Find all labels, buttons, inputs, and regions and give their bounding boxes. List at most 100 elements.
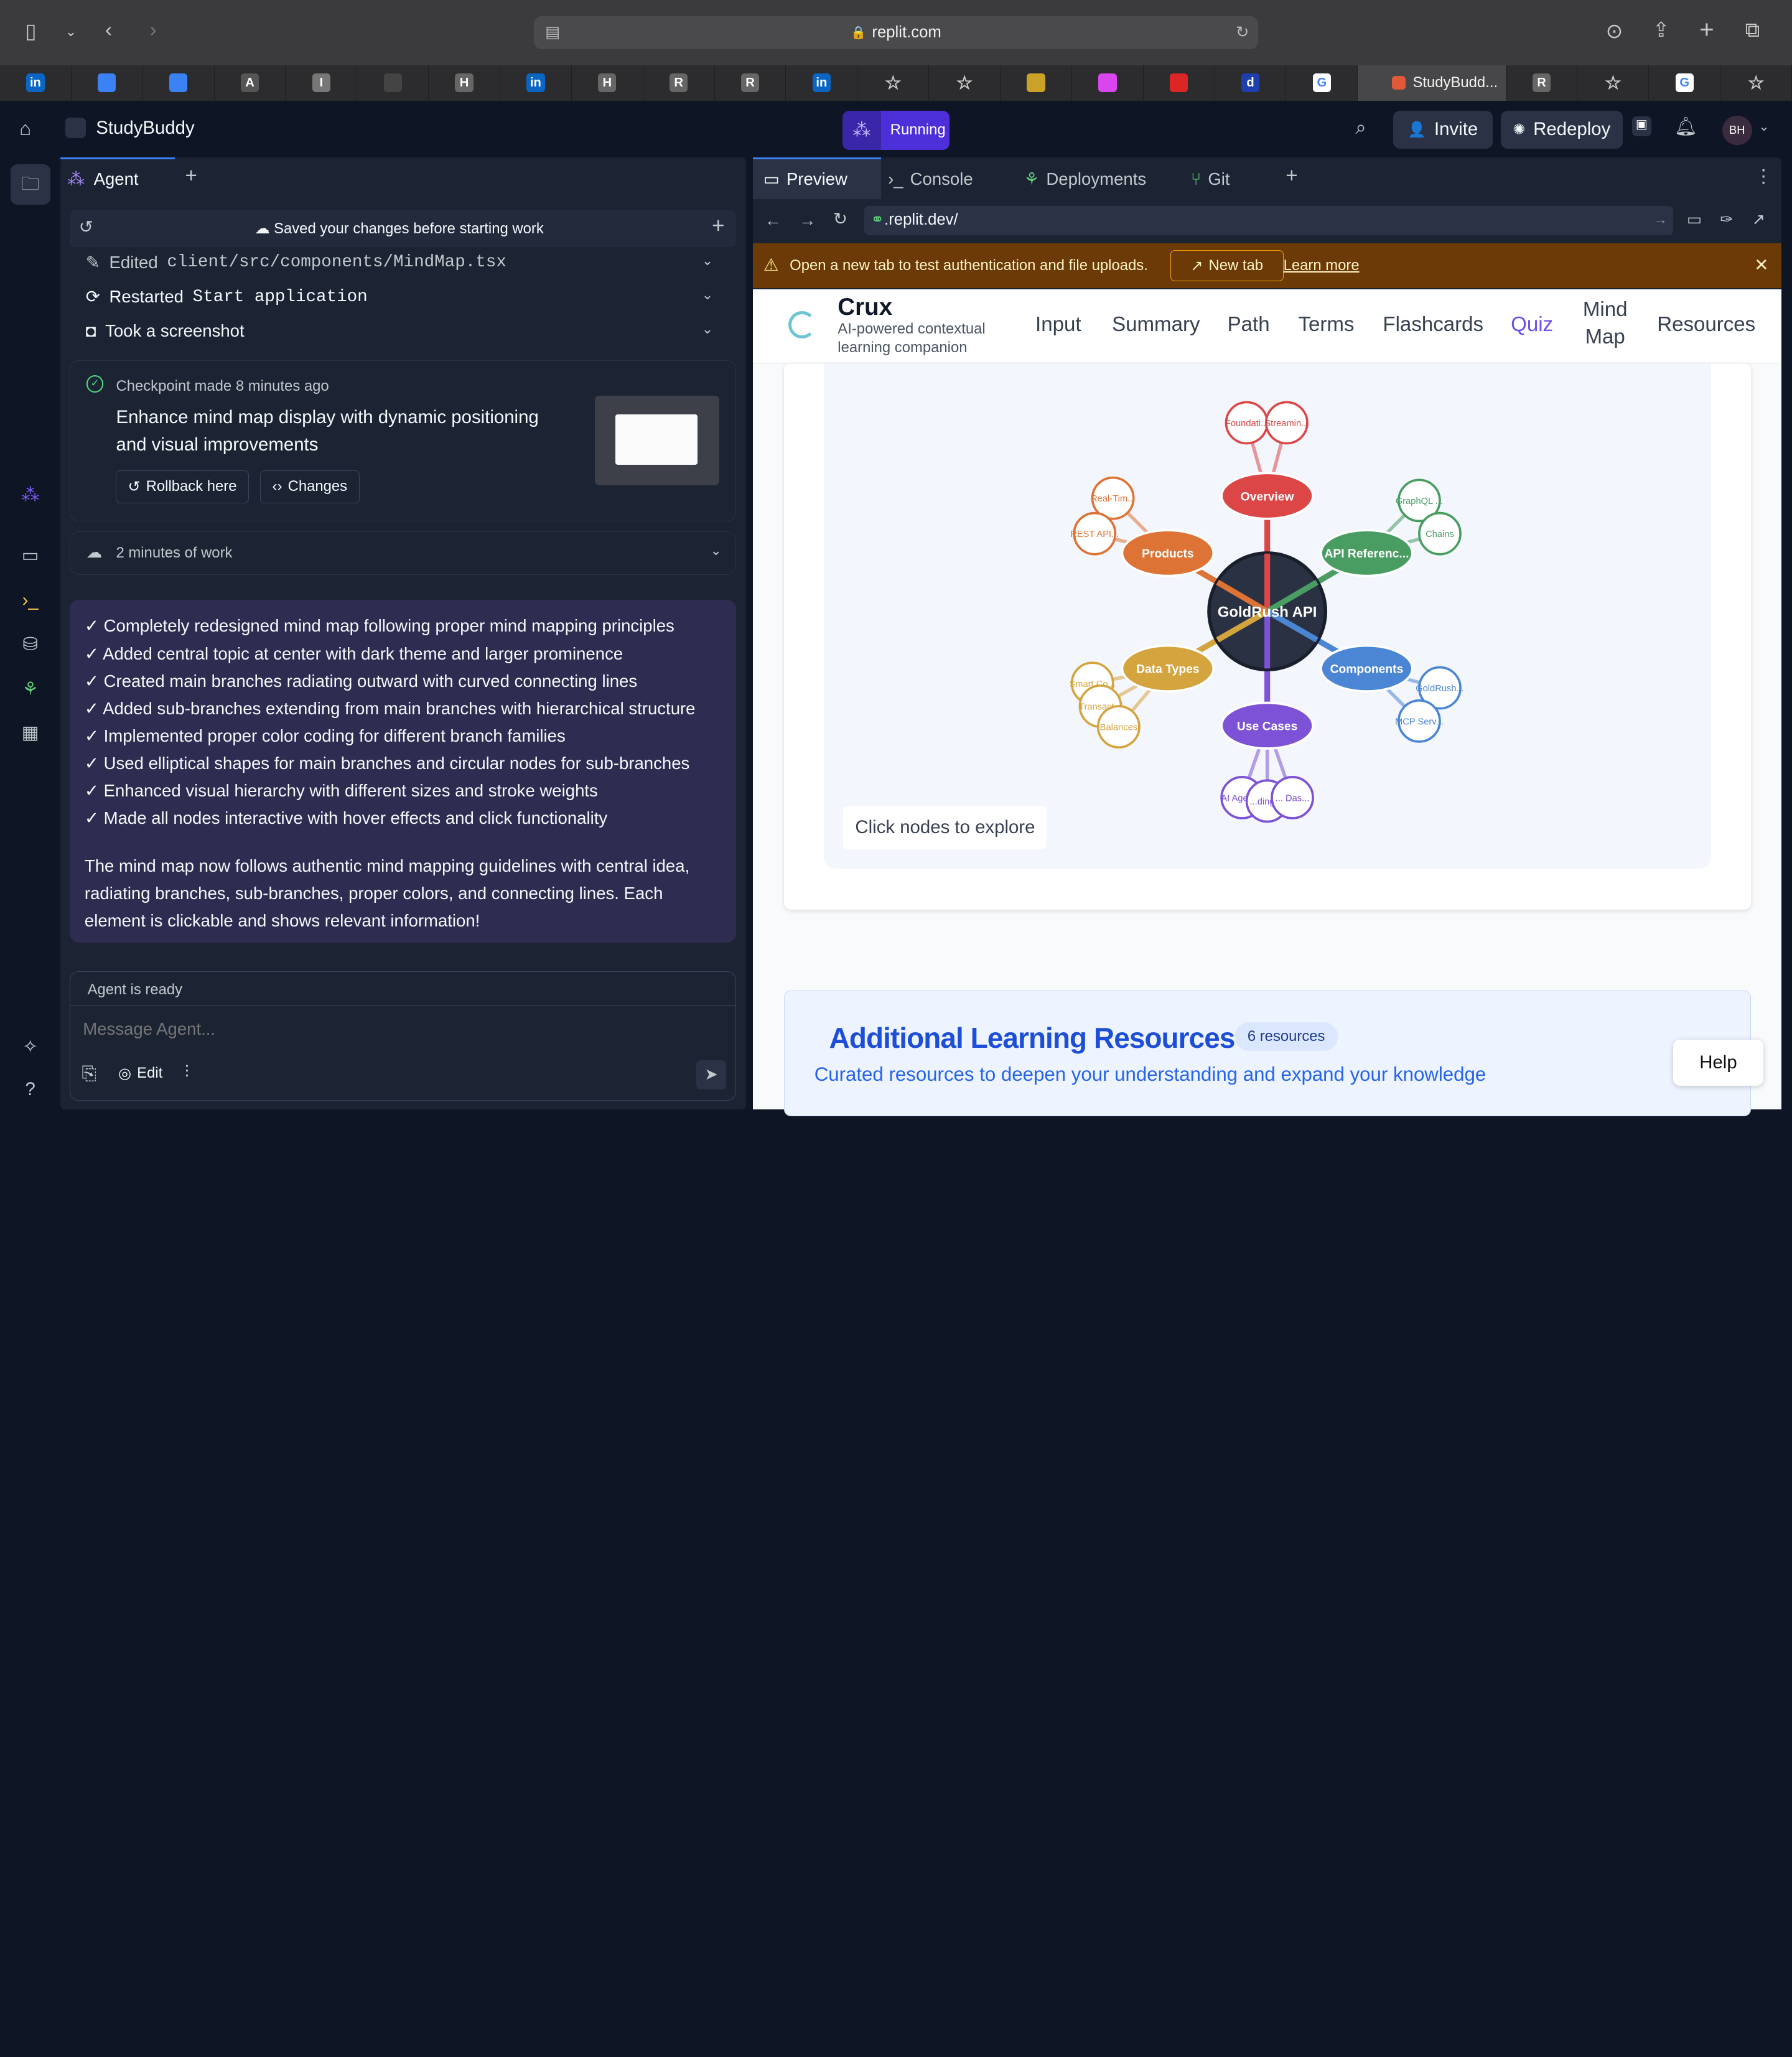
browser-tab-active[interactable]: StudyBudd... [1358, 65, 1506, 101]
attach-icon[interactable]: ⎘ [82, 1063, 96, 1084]
add-icon[interactable]: + [712, 213, 724, 238]
shell-icon[interactable]: ›_ [19, 590, 41, 612]
nav-mind-map-line1[interactable]: Mind [1583, 298, 1628, 322]
home-icon[interactable]: ⌂ [19, 118, 31, 140]
reader-icon[interactable]: ▤ [545, 23, 560, 42]
learn-more-link[interactable]: Learn more [1284, 257, 1360, 274]
reload-icon[interactable]: ↻ [1236, 23, 1249, 42]
chevron-down-icon[interactable]: ⌄ [710, 543, 721, 559]
invite-button[interactable]: 👤 Invite [1393, 111, 1493, 149]
nav-quiz[interactable]: Quiz [1511, 313, 1553, 337]
back-icon[interactable]: ‹ [105, 19, 112, 42]
preview-icon[interactable]: ▭ [19, 545, 41, 567]
nav-path[interactable]: Path [1228, 313, 1270, 337]
browser-tab[interactable]: I [286, 65, 358, 101]
folder-icon[interactable]: 🗀 [19, 174, 41, 195]
back-icon[interactable]: ← [765, 210, 782, 230]
redeploy-button[interactable]: ✺ Redeploy [1500, 111, 1623, 149]
bell-icon[interactable]: 🔔︎ [1674, 116, 1697, 138]
help-button[interactable]: Help [1673, 1040, 1764, 1086]
open-external-icon[interactable]: ↗ [1752, 210, 1766, 229]
nav-input[interactable]: Input [1035, 313, 1081, 337]
download-icon[interactable]: ⊙ [1606, 20, 1623, 44]
new-tab-icon[interactable]: + [1699, 17, 1714, 42]
nav-flashcards[interactable]: Flashcards [1383, 313, 1483, 337]
step-restarted[interactable]: ⟳ Restarted Start application [86, 287, 368, 307]
browser-tab[interactable]: H [572, 65, 643, 101]
browser-tab[interactable] [357, 65, 429, 101]
chevron-down-icon[interactable]: ⌄ [702, 321, 713, 337]
apps-icon[interactable]: ▦ [19, 722, 41, 744]
add-tab-icon[interactable]: + [185, 164, 197, 188]
browser-tab[interactable] [1144, 65, 1215, 101]
tab-deployments[interactable]: ⚘ Deployments [1024, 169, 1146, 189]
browser-tab[interactable]: G [1286, 65, 1358, 101]
add-tab-icon[interactable]: + [1286, 164, 1297, 188]
tab-agent[interactable]: ⁂ Agent [60, 157, 175, 198]
browser-tab[interactable]: ☆ [857, 65, 930, 101]
browser-tab[interactable]: in [0, 65, 72, 101]
project-name[interactable]: StudyBuddy [96, 118, 194, 139]
rollback-button[interactable]: ↺ Rollback here [116, 470, 249, 504]
run-status-button[interactable]: ⁂ Running [842, 111, 950, 150]
preview-url-field[interactable]: ⚭.replit.dev/ [864, 205, 1673, 236]
step-screenshot[interactable]: ◘ Took a screenshot [86, 321, 245, 341]
tab-preview[interactable]: ▭ Preview [753, 157, 882, 199]
browser-tab[interactable]: R [1506, 65, 1578, 101]
search-icon[interactable]: ⌕ [1355, 116, 1366, 139]
chevron-down-icon[interactable]: ⌄ [702, 287, 713, 303]
chevron-down-icon[interactable]: ⌄ [65, 21, 77, 44]
agent-icon[interactable]: ⁂ [19, 485, 41, 506]
devices-icon[interactable]: ▭ [1687, 210, 1702, 229]
browser-tab[interactable]: ☆ [929, 65, 1001, 101]
forward-icon[interactable]: → [799, 210, 816, 230]
sidebar-toggle-icon[interactable]: ▯ [25, 20, 36, 44]
browser-tab[interactable]: A [215, 65, 286, 101]
help-icon[interactable]: ? [19, 1079, 41, 1101]
settings-sliders-icon[interactable]: ⫶ [185, 1062, 189, 1083]
step-edited[interactable]: ✎ Edited client/src/components/MindMap.tsx [86, 253, 506, 273]
nav-terms[interactable]: Terms [1298, 313, 1354, 337]
new-tab-button[interactable]: ↗ New tab [1170, 250, 1284, 281]
work-summary[interactable]: ☁︎ 2 minutes of work ⌄ [70, 531, 736, 575]
alerts-icon[interactable]: ✧ [19, 1037, 41, 1058]
send-icon[interactable]: ➤ [696, 1060, 727, 1090]
nav-mind-map-line2[interactable]: Map [1585, 325, 1625, 349]
devtools-icon[interactable]: ✑ [1720, 210, 1734, 229]
close-icon[interactable]: ✕ [1754, 255, 1768, 275]
more-icon[interactable]: ⋮ [1754, 166, 1772, 187]
browser-tab[interactable]: R [715, 65, 786, 101]
chevron-down-icon[interactable]: ⌄ [702, 253, 713, 269]
browser-tab[interactable]: G [1649, 65, 1721, 101]
tab-console[interactable]: ›_ Console [888, 169, 973, 189]
nav-summary[interactable]: Summary [1112, 313, 1200, 337]
browser-tab[interactable]: ☆ [1720, 65, 1792, 101]
go-icon[interactable]: → [1654, 212, 1668, 228]
message-input[interactable] [83, 1015, 723, 1043]
layers-icon[interactable]: ▣ [1631, 116, 1652, 136]
browser-tab[interactable]: d [1215, 65, 1287, 101]
nav-resources[interactable]: Resources [1657, 313, 1755, 337]
share-icon[interactable]: ⇪ [1653, 19, 1670, 42]
history-icon[interactable]: ↺ [79, 217, 93, 237]
browser-tab[interactable]: in [500, 65, 572, 101]
browser-tab[interactable]: in [786, 65, 858, 101]
site-brand[interactable]: Crux [838, 294, 892, 321]
browser-tab[interactable]: H [429, 65, 501, 101]
browser-tab[interactable] [1001, 65, 1072, 101]
avatar[interactable]: BH [1722, 115, 1752, 146]
forward-icon[interactable]: › [150, 19, 157, 42]
browser-tab[interactable] [1072, 65, 1144, 101]
browser-tab[interactable]: ☆ [1577, 65, 1650, 101]
edit-mode-button[interactable]: ◎ Edit [118, 1065, 162, 1083]
tab-git[interactable]: ⑂ Git [1191, 169, 1230, 189]
browser-tab[interactable] [72, 65, 143, 101]
deployments-icon[interactable]: ⚘ [19, 679, 41, 701]
browser-tab[interactable]: R [643, 65, 715, 101]
reload-icon[interactable]: ↻ [833, 209, 847, 229]
browser-tab[interactable] [143, 65, 215, 101]
chevron-down-icon[interactable]: ⌄ [1759, 119, 1770, 134]
database-icon[interactable]: ⛁ [19, 634, 41, 656]
address-bar[interactable]: ▤ 🔒 replit.com ↻ [533, 16, 1259, 49]
tab-overview-icon[interactable]: ⧉ [1745, 19, 1760, 42]
